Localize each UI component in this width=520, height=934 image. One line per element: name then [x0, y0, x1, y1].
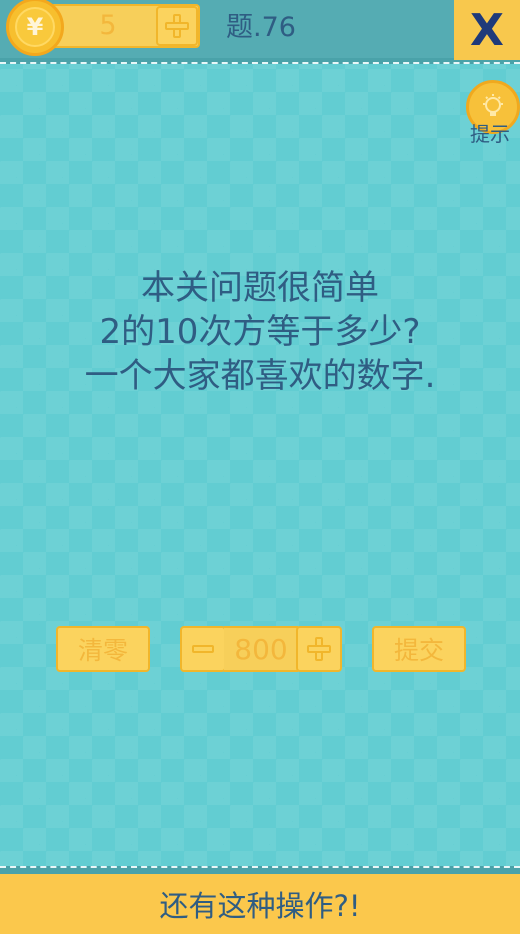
bottom-bar-divider — [0, 866, 520, 874]
close-button[interactable]: X — [454, 0, 520, 60]
close-icon: X — [470, 4, 504, 56]
hint-label: 提示 — [470, 122, 510, 146]
coin-count: 5 — [99, 10, 117, 41]
minus-icon — [192, 645, 214, 653]
decrement-button[interactable] — [180, 626, 226, 672]
question-line: 2的10次方等于多少? — [99, 312, 421, 352]
top-bar-divider — [0, 58, 520, 64]
footer-banner[interactable]: 还有这种操作?! — [0, 874, 520, 934]
level-label: 题.76 — [226, 12, 296, 43]
increment-button[interactable] — [296, 626, 342, 672]
clear-button[interactable]: 清零 — [56, 626, 150, 672]
number-stepper: 800 — [180, 626, 342, 672]
coin-icon: ¥ — [6, 0, 64, 56]
question-line: 本关问题很简单 — [141, 268, 379, 308]
footer-label: 还有这种操作?! — [159, 889, 361, 923]
plus-icon — [165, 14, 189, 38]
question-text: 本关问题很简单 2的10次方等于多少? 一个大家都喜欢的数字. — [0, 266, 520, 398]
plus-icon — [307, 637, 331, 661]
stepper-value: 800 — [224, 626, 298, 672]
add-coins-button[interactable] — [156, 6, 198, 46]
submit-button[interactable]: 提交 — [372, 626, 466, 672]
coin-symbol: ¥ — [15, 7, 55, 47]
question-line: 一个大家都喜欢的数字. — [84, 356, 436, 396]
